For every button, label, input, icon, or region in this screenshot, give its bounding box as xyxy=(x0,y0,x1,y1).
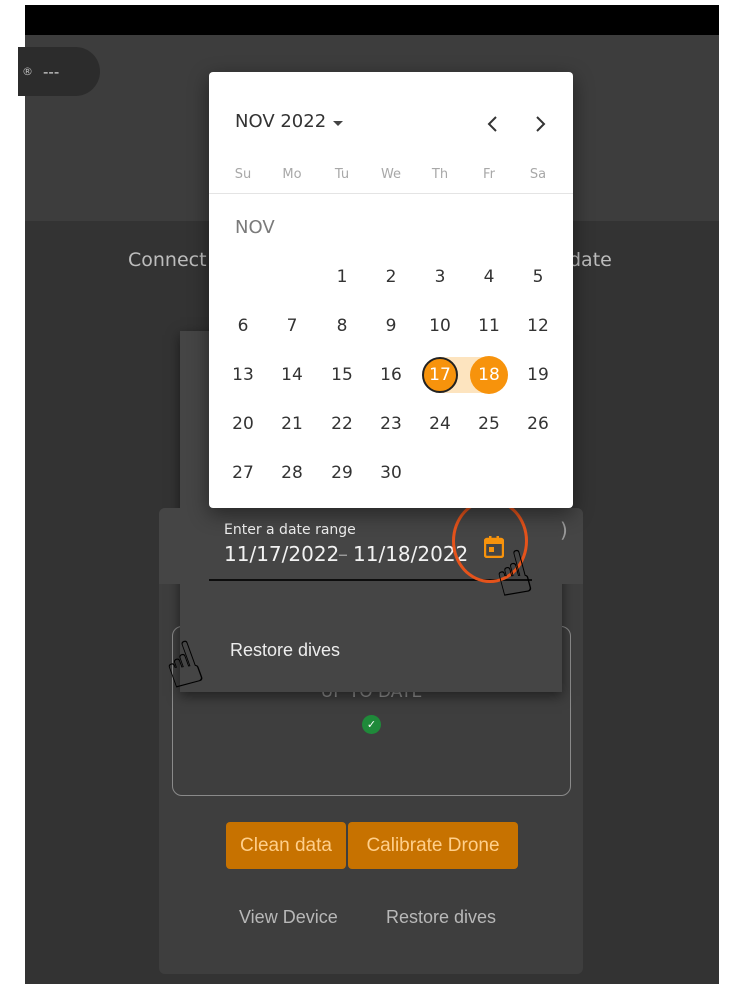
calendar-day-19[interactable]: 19 xyxy=(520,357,556,393)
status-bar xyxy=(25,5,719,35)
update-label: date xyxy=(569,249,612,271)
clean-data-button[interactable]: Clean data xyxy=(226,822,346,869)
weekday-label: Tu xyxy=(334,167,350,182)
calendar-day-20[interactable]: 20 xyxy=(225,406,261,442)
connect-label: Connect xyxy=(128,249,207,271)
calendar-day-17[interactable]: 17 xyxy=(422,357,458,393)
weekday-label: Sa xyxy=(529,167,547,182)
calendar-day-23[interactable]: 23 xyxy=(373,406,409,442)
calendar-month-label: NOV xyxy=(235,217,275,238)
calendar-day-3[interactable]: 3 xyxy=(422,259,458,295)
start-date-input[interactable]: 11/17/2022 xyxy=(224,542,338,566)
calendar-day-14[interactable]: 14 xyxy=(274,357,310,393)
trailing-glyph: ) xyxy=(560,518,568,542)
calendar-day-11[interactable]: 11 xyxy=(471,308,507,344)
date-range-label: Enter a date range xyxy=(224,522,356,538)
calendar-day-8[interactable]: 8 xyxy=(324,308,360,344)
bluetooth-icon: ® xyxy=(22,65,33,78)
calendar-day-5[interactable]: 5 xyxy=(520,259,556,295)
calendar-day-28[interactable]: 28 xyxy=(274,455,310,491)
check-icon: ✓ xyxy=(362,715,381,734)
calendar-day-27[interactable]: 27 xyxy=(225,455,261,491)
caret-down-icon xyxy=(333,120,344,126)
calendar-day-22[interactable]: 22 xyxy=(324,406,360,442)
weekday-label: We xyxy=(380,167,402,182)
calendar-day-13[interactable]: 13 xyxy=(225,357,261,393)
weekday-label: Mo xyxy=(282,167,302,182)
month-year-select[interactable]: NOV 2022 xyxy=(235,111,344,132)
chevron-right-icon[interactable] xyxy=(531,113,551,135)
calendar-day-12[interactable]: 12 xyxy=(520,308,556,344)
calendar-day-15[interactable]: 15 xyxy=(324,357,360,393)
calendar-divider xyxy=(209,193,573,194)
calendar-day-7[interactable]: 7 xyxy=(274,308,310,344)
calendar-day-24[interactable]: 24 xyxy=(422,406,458,442)
calendar-day-2[interactable]: 2 xyxy=(373,259,409,295)
weekday-label: Su xyxy=(234,167,252,182)
connection-status-text: --- xyxy=(43,62,60,81)
calendar-day-1[interactable]: 1 xyxy=(324,259,360,295)
menu-item-restore-dives[interactable]: Restore dives xyxy=(230,640,340,661)
view-device-link[interactable]: View Device xyxy=(239,907,338,928)
calendar-day-30[interactable]: 30 xyxy=(373,455,409,491)
calendar-day-21[interactable]: 21 xyxy=(274,406,310,442)
calendar-day-6[interactable]: 6 xyxy=(225,308,261,344)
month-year-label: NOV 2022 xyxy=(235,111,327,132)
calendar-day-18[interactable]: 18 xyxy=(470,356,508,394)
restore-dives-link[interactable]: Restore dives xyxy=(386,907,496,928)
calibrate-drone-button[interactable]: Calibrate Drone xyxy=(348,822,518,869)
calendar-day-10[interactable]: 10 xyxy=(422,308,458,344)
weekday-label: Th xyxy=(431,167,449,182)
connection-status-pill[interactable]: ® --- xyxy=(18,47,100,96)
calendar-day-29[interactable]: 29 xyxy=(324,455,360,491)
calendar-day-25[interactable]: 25 xyxy=(471,406,507,442)
weekday-label: Fr xyxy=(483,167,495,182)
calendar-day-4[interactable]: 4 xyxy=(471,259,507,295)
calendar-day-9[interactable]: 9 xyxy=(373,308,409,344)
calendar-day-26[interactable]: 26 xyxy=(520,406,556,442)
date-range-separator: – xyxy=(338,542,348,566)
chevron-left-icon[interactable] xyxy=(482,113,502,135)
calendar-day-16[interactable]: 16 xyxy=(373,357,409,393)
